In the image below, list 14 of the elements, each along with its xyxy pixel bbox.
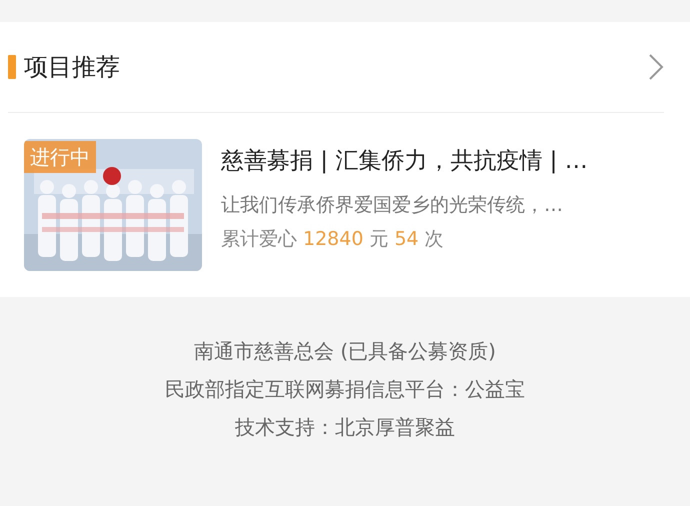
project-title[interactable]: 慈善募捐 | 汇集侨力，共抗疫情 | … (221, 145, 588, 177)
amount-value: 12840 (303, 227, 364, 252)
footer-text: 民政部指定互联网募捐信息平台：公益宝 (165, 376, 525, 403)
amount-unit: 元 (369, 227, 388, 252)
accent-bar (8, 55, 16, 79)
status-badge: 进行中 (24, 141, 96, 173)
count-unit: 次 (424, 227, 444, 252)
project-description: 让我们传承侨界爱国爱乡的光荣传统，… (221, 193, 564, 218)
section-title: 项目推荐 (24, 52, 121, 83)
count-value: 54 (394, 227, 419, 252)
footer-text: 南通市慈善总会 (已具备公募资质) (194, 338, 496, 365)
stats-label: 累计爱心 (221, 227, 297, 252)
footer-text: 技术支持：北京厚普聚益 (235, 414, 455, 441)
chevron-right-icon[interactable] (648, 53, 664, 81)
